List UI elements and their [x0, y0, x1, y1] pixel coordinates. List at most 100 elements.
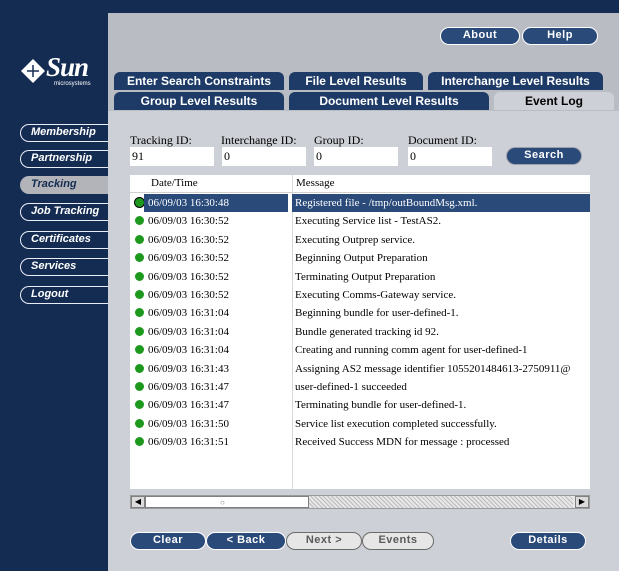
group-id-input[interactable]: 0	[314, 147, 398, 166]
tab-enter-search-constraints[interactable]: Enter Search Constraints	[114, 72, 284, 90]
tab-document-level-results[interactable]: Document Level Results	[289, 92, 489, 110]
cell-message: Service list execution completed success…	[295, 417, 497, 430]
top-strip	[108, 0, 619, 13]
table-row[interactable]: 06/09/03 16:31:51 Received Success MDN fo…	[130, 433, 590, 451]
green-status-dot-icon	[135, 326, 144, 336]
search-button[interactable]: Search	[506, 147, 582, 165]
event-log-panel: Tracking ID: 91 Interchange ID: 0 Group …	[108, 111, 619, 571]
interchange-id-label: Interchange ID:	[221, 133, 297, 147]
green-status-dot-icon	[135, 216, 144, 226]
table-row[interactable]: 06/09/03 16:31:50 Service list execution …	[130, 415, 590, 433]
cell-datetime: 06/09/03 16:31:04	[148, 325, 229, 338]
table-row[interactable]: 06/09/03 16:31:43 Assigning AS2 message i…	[130, 360, 590, 378]
table-row[interactable]: 06/09/03 16:30:52 Terminating Output Prep…	[130, 268, 590, 286]
cell-message: Registered file - /tmp/outBoundMsg.xml.	[292, 194, 590, 212]
cell-message: Beginning bundle for user-defined-1.	[295, 307, 459, 320]
table-row[interactable]: 06/09/03 16:31:47 user-defined-1 succeede…	[130, 378, 590, 396]
cell-message: Terminating bundle for user-defined-1.	[295, 399, 467, 412]
tab-interchange-level-results[interactable]: Interchange Level Results	[428, 72, 603, 90]
scrollbar-thumb[interactable]: ○	[145, 496, 309, 508]
interchange-id-input[interactable]: 0	[222, 147, 306, 166]
table-header: Date/Time Message	[130, 175, 590, 193]
events-button[interactable]: Events	[362, 532, 434, 550]
cell-message: Executing Outprep service.	[295, 233, 416, 246]
horizontal-scrollbar[interactable]: ◀ ○ ▶	[130, 495, 590, 509]
back-button[interactable]: < Back	[206, 532, 286, 550]
tab-event-log[interactable]: Event Log	[494, 92, 614, 110]
sidebar-item-services[interactable]: Services	[20, 258, 108, 276]
sidebar-item-job-tracking[interactable]: Job Tracking	[20, 203, 108, 221]
cell-datetime: 06/09/03 16:30:52	[148, 270, 229, 283]
cell-message: Bundle generated tracking id 92.	[295, 325, 439, 338]
cell-datetime: 06/09/03 16:30:52	[148, 215, 229, 228]
cell-message: Beginning Output Preparation	[295, 252, 428, 265]
cell-datetime: 06/09/03 16:30:52	[148, 233, 229, 246]
sidebar-item-membership[interactable]: Membership	[20, 124, 108, 142]
cell-datetime: 06/09/03 16:31:47	[148, 381, 229, 393]
green-status-dot-icon	[135, 400, 144, 410]
cell-message: Received Success MDN for message : proce…	[295, 436, 510, 449]
cell-datetime: 06/09/03 16:30:52	[148, 252, 229, 265]
table-row[interactable]: 06/09/03 16:31:04 Bundle generated tracki…	[130, 323, 590, 341]
logo-subtext: microsystems	[54, 81, 91, 87]
header: About Help Enter Search Constraints File…	[108, 13, 619, 111]
tracking-id-label: Tracking ID:	[130, 133, 192, 147]
table-row[interactable]: 06/09/03 16:30:52 Executing Outprep servi…	[130, 231, 590, 249]
green-status-dot-icon	[135, 418, 144, 428]
green-status-dot-icon	[135, 363, 144, 373]
cell-datetime: 06/09/03 16:31:04	[148, 344, 229, 357]
green-status-dot-icon	[135, 437, 144, 447]
cell-datetime: 06/09/03 16:31:50	[148, 417, 229, 430]
cell-datetime: 06/09/03 16:31:04	[148, 307, 229, 320]
sidebar-item-certificates[interactable]: Certificates	[20, 231, 108, 249]
green-status-dot-icon	[135, 198, 144, 207]
cell-datetime: 06/09/03 16:31:47	[148, 399, 229, 412]
table-row[interactable]: 06/09/03 16:31:47 Terminating bundle for …	[130, 396, 590, 414]
column-header-datetime[interactable]: Date/Time	[151, 177, 198, 189]
tab-group-level-results[interactable]: Group Level Results	[114, 92, 284, 110]
green-status-dot-icon	[135, 271, 144, 281]
sidebar-item-tracking[interactable]: Tracking	[20, 176, 108, 194]
green-status-dot-icon	[135, 253, 144, 263]
help-button[interactable]: Help	[522, 27, 598, 45]
table-row[interactable]: 06/09/03 16:30:52 Executing Comms-Gateway…	[130, 286, 590, 304]
table-row[interactable]: 06/09/03 16:31:04 Creating and running co…	[130, 341, 590, 359]
cell-datetime: 06/09/03 16:30:52	[148, 289, 229, 301]
tracking-id-input[interactable]: 91	[130, 147, 214, 166]
green-status-dot-icon	[135, 290, 144, 299]
clear-button[interactable]: Clear	[130, 532, 206, 550]
table-row[interactable]: 06/09/03 16:30:52 Beginning Output Prepar…	[130, 249, 590, 267]
cell-message: Executing Service list - TestAS2.	[295, 215, 441, 228]
next-button[interactable]: Next >	[286, 532, 362, 550]
green-status-dot-icon	[135, 382, 144, 391]
table-row[interactable]: 06/09/03 16:31:04 Beginning bundle for us…	[130, 304, 590, 322]
tab-file-level-results[interactable]: File Level Results	[289, 72, 423, 90]
sidebar-item-partnership[interactable]: Partnership	[20, 150, 108, 168]
document-id-label: Document ID:	[408, 133, 477, 147]
sun-logo: Sun microsystems	[20, 52, 100, 92]
sidebar-item-logout[interactable]: Logout	[20, 286, 108, 304]
cell-message: Terminating Output Preparation	[295, 270, 436, 283]
cell-datetime: 06/09/03 16:31:51	[148, 436, 229, 449]
table-row[interactable]: 06/09/03 16:30:48 Registered file - /tmp/…	[130, 194, 590, 212]
green-status-dot-icon	[135, 345, 144, 355]
event-log-table: Date/Time Message 06/09/03 16:30:48 Regis…	[130, 175, 590, 489]
green-status-dot-icon	[135, 234, 144, 244]
cell-datetime: 06/09/03 16:30:48	[144, 194, 288, 212]
green-status-dot-icon	[135, 308, 144, 318]
group-id-label: Group ID:	[314, 133, 364, 147]
cell-message: Assigning AS2 message identifier 1055201…	[295, 362, 571, 375]
sidebar: Sun microsystems Membership Partnership …	[0, 0, 108, 571]
column-header-message[interactable]: Message	[296, 177, 335, 189]
arrow-left-icon[interactable]: ◀	[131, 496, 145, 508]
about-button[interactable]: About	[440, 27, 520, 45]
cell-datetime: 06/09/03 16:31:43	[148, 362, 229, 375]
document-id-input[interactable]: 0	[408, 147, 492, 166]
sun-diamond-icon	[21, 59, 45, 83]
logo-text: Sun	[46, 52, 89, 82]
cell-message: Executing Comms-Gateway service.	[295, 289, 456, 301]
arrow-right-icon[interactable]: ▶	[575, 496, 589, 508]
details-button[interactable]: Details	[510, 532, 586, 550]
table-row[interactable]: 06/09/03 16:30:52 Executing Service list …	[130, 212, 590, 230]
scrollbar-track[interactable]	[309, 496, 573, 508]
